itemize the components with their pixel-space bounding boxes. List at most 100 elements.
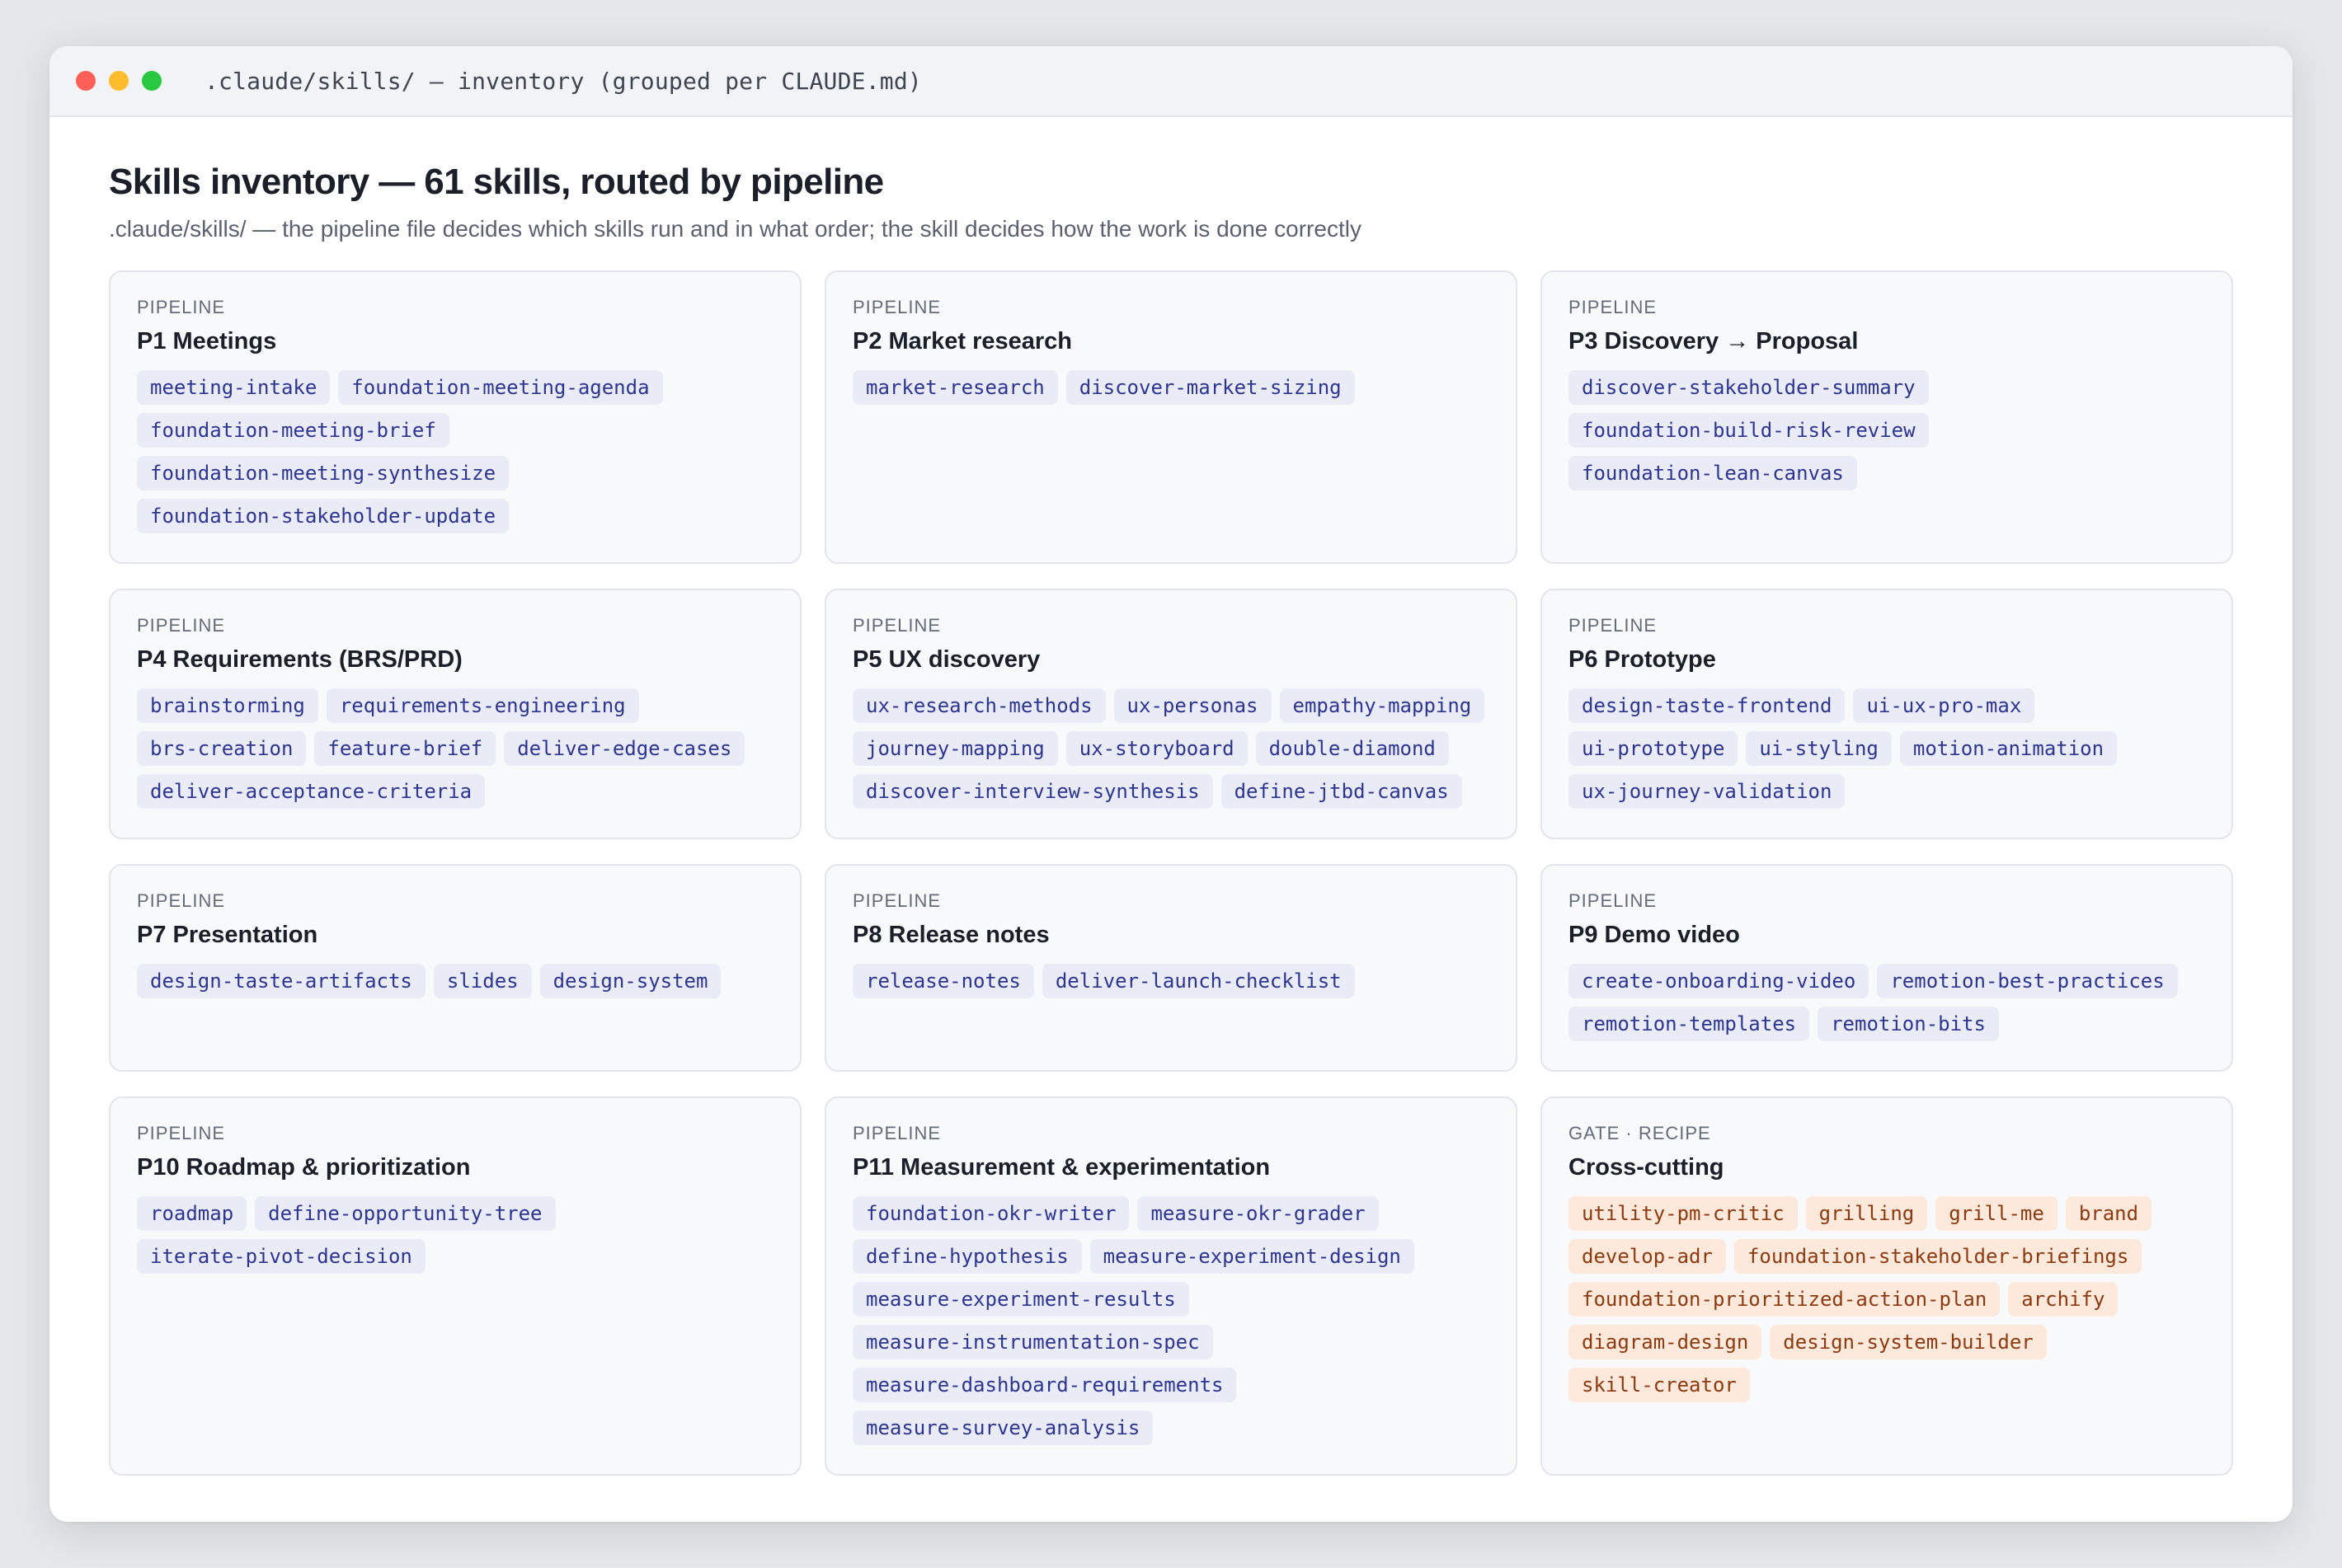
skill-chip: foundation-lean-canvas: [1568, 456, 1857, 491]
card-label: GATE · RECIPE: [1568, 1123, 1711, 1143]
skill-chip: measure-dashboard-requirements: [853, 1368, 1237, 1402]
skill-chip: diagram-design: [1568, 1325, 1762, 1359]
skill-chip: discover-interview-synthesis: [853, 774, 1213, 809]
skill-chip: ui-styling: [1746, 731, 1892, 766]
pipeline-card-p11: PIPELINE P11 Measurement & experimentati…: [825, 1096, 1517, 1476]
skill-chip: develop-adr: [1568, 1239, 1726, 1274]
skill-chip-list: foundation-okr-writer measure-okr-grader d…: [853, 1196, 1489, 1445]
skill-chip: foundation-okr-writer: [853, 1196, 1130, 1231]
skill-chip-list: meeting-intake foundation-meeting-agenda f…: [137, 370, 774, 533]
skill-chip: release-notes: [853, 964, 1034, 998]
skill-chip: ui-prototype: [1568, 731, 1738, 766]
card-label: PIPELINE: [1568, 297, 1658, 317]
card-title: Cross-cutting: [1568, 1154, 1724, 1181]
skill-chip-list: brainstorming requirements-engineering brs…: [137, 688, 774, 809]
card-title: P1 Meetings: [137, 328, 277, 354]
skill-chip: discover-stakeholder-summary: [1568, 370, 1929, 405]
pipeline-card-p3: PIPELINE P3 Discovery → Proposal discove…: [1540, 270, 2233, 564]
skill-chip: requirements-engineering: [326, 688, 639, 723]
skill-chip: define-jtbd-canvas: [1220, 774, 1462, 809]
skill-chip: measure-experiment-results: [853, 1282, 1189, 1317]
skill-chip: design-system-builder: [1770, 1325, 2047, 1359]
skill-chip: measure-instrumentation-spec: [853, 1325, 1213, 1359]
skill-chip: foundation-meeting-brief: [137, 413, 449, 448]
minimize-window-button[interactable]: [109, 71, 129, 91]
card-label: PIPELINE: [137, 615, 226, 636]
skill-chip: remotion-bits: [1818, 1007, 1999, 1041]
skill-chip: grill-me: [1935, 1196, 2057, 1231]
skill-chip: ux-journey-validation: [1568, 774, 1846, 809]
pipeline-card-p8: PIPELINE P8 Release notes release-notes d…: [825, 864, 1517, 1072]
skill-chip-list: ux-research-methods ux-personas empathy-ma…: [853, 688, 1489, 809]
skill-chip: roadmap: [137, 1196, 247, 1231]
window-title: .claude/skills/ — inventory (grouped per…: [205, 67, 922, 95]
skill-chip: design-taste-frontend: [1568, 688, 1846, 723]
skill-chip: meeting-intake: [137, 370, 331, 405]
skill-chip: ux-personas: [1113, 688, 1272, 723]
pipeline-card-p4: PIPELINE P4 Requirements (BRS/PRD) brain…: [109, 589, 802, 839]
card-title: P8 Release notes: [853, 922, 1050, 948]
card-label: PIPELINE: [1568, 615, 1658, 636]
pipeline-grid: PIPELINE P1 Meetings meeting-intake found…: [109, 270, 2233, 1476]
card-label: PIPELINE: [853, 297, 942, 317]
skill-chip-list: discover-stakeholder-summary foundation-b…: [1568, 370, 2205, 491]
pipeline-card-p1: PIPELINE P1 Meetings meeting-intake found…: [109, 270, 802, 564]
skill-chip: define-hypothesis: [853, 1239, 1082, 1274]
card-label: PIPELINE: [853, 890, 942, 911]
pipeline-card-p2: PIPELINE P2 Market research market-resea…: [825, 270, 1517, 564]
skill-chip: define-opportunity-tree: [255, 1196, 556, 1231]
skill-chip: foundation-stakeholder-update: [137, 499, 510, 533]
skill-chip: design-system: [539, 964, 722, 998]
skill-chip: double-diamond: [1255, 731, 1449, 766]
card-title: P4 Requirements (BRS/PRD): [137, 646, 463, 673]
card-label: PIPELINE: [853, 1123, 942, 1143]
skill-chip-list: design-taste-frontend ui-ux-pro-max ui-pro…: [1568, 688, 2205, 809]
skill-chip: discover-market-sizing: [1065, 370, 1355, 405]
skill-chip: market-research: [853, 370, 1058, 405]
skill-chip-list: release-notes deliver-launch-checklist: [853, 964, 1489, 998]
skill-chip-list: market-research discover-market-sizing: [853, 370, 1489, 405]
skill-chip: iterate-pivot-decision: [137, 1239, 426, 1274]
skill-chip: deliver-launch-checklist: [1042, 964, 1355, 998]
page-subtitle: .claude/skills/ — the pipeline file deci…: [109, 216, 1361, 242]
skill-chip-list: create-onboarding-video remotion-best-pra…: [1568, 964, 2205, 1041]
skill-chip: foundation-meeting-synthesize: [137, 456, 510, 491]
skill-chip: slides: [433, 964, 532, 998]
skill-chip: archify: [2008, 1282, 2119, 1317]
card-label: PIPELINE: [137, 890, 226, 911]
card-title: P10 Roadmap & prioritization: [137, 1154, 471, 1181]
skill-chip: ux-storyboard: [1065, 731, 1248, 766]
app-window: .claude/skills/ — inventory (grouped per…: [49, 46, 2293, 1522]
skill-chip: ui-ux-pro-max: [1853, 688, 2035, 723]
zoom-window-button[interactable]: [142, 71, 162, 91]
skill-chip: foundation-stakeholder-briefings: [1733, 1239, 2142, 1274]
card-title: P3 Discovery → Proposal: [1568, 328, 1859, 354]
skill-chip-list: design-taste-artifacts slides design-syste…: [137, 964, 774, 998]
skill-chip: motion-animation: [1899, 731, 2118, 766]
skill-chip: foundation-build-risk-review: [1568, 413, 1929, 448]
pipeline-card-p10: PIPELINE P10 Roadmap & prioritization ro…: [109, 1096, 802, 1476]
skill-chip: grilling: [1805, 1196, 1928, 1231]
card-title: P5 UX discovery: [853, 646, 1041, 673]
skill-chip: create-onboarding-video: [1568, 964, 1869, 998]
skill-chip-list: roadmap define-opportunity-tree iterate-pi…: [137, 1196, 774, 1274]
skill-chip-list: utility-pm-critic grilling grill-me brand de…: [1568, 1196, 2205, 1402]
skill-chip: brainstorming: [137, 688, 318, 723]
skill-chip: skill-creator: [1568, 1368, 1750, 1402]
pipeline-card-p9: PIPELINE P9 Demo video create-onboarding…: [1540, 864, 2233, 1072]
card-label: PIPELINE: [853, 615, 942, 636]
skill-chip: brand: [2065, 1196, 2152, 1231]
skill-chip: journey-mapping: [853, 731, 1058, 766]
close-window-button[interactable]: [76, 71, 96, 91]
pipeline-card-p5: PIPELINE P5 UX discovery ux-research-met…: [825, 589, 1517, 839]
skill-chip: deliver-edge-cases: [504, 731, 745, 766]
title-bar: .claude/skills/ — inventory (grouped per…: [49, 46, 2293, 117]
skill-chip: feature-brief: [314, 731, 496, 766]
skill-chip: deliver-acceptance-criteria: [137, 774, 486, 809]
card-label: PIPELINE: [137, 1123, 226, 1143]
skill-chip: utility-pm-critic: [1568, 1196, 1798, 1231]
skill-chip: measure-okr-grader: [1137, 1196, 1379, 1231]
pipeline-card-p6: PIPELINE P6 Prototype design-taste-front…: [1540, 589, 2233, 839]
cross-cutting-card: GATE · RECIPE Cross-cutting utility-pm-c…: [1540, 1096, 2233, 1476]
card-label: PIPELINE: [137, 297, 226, 317]
